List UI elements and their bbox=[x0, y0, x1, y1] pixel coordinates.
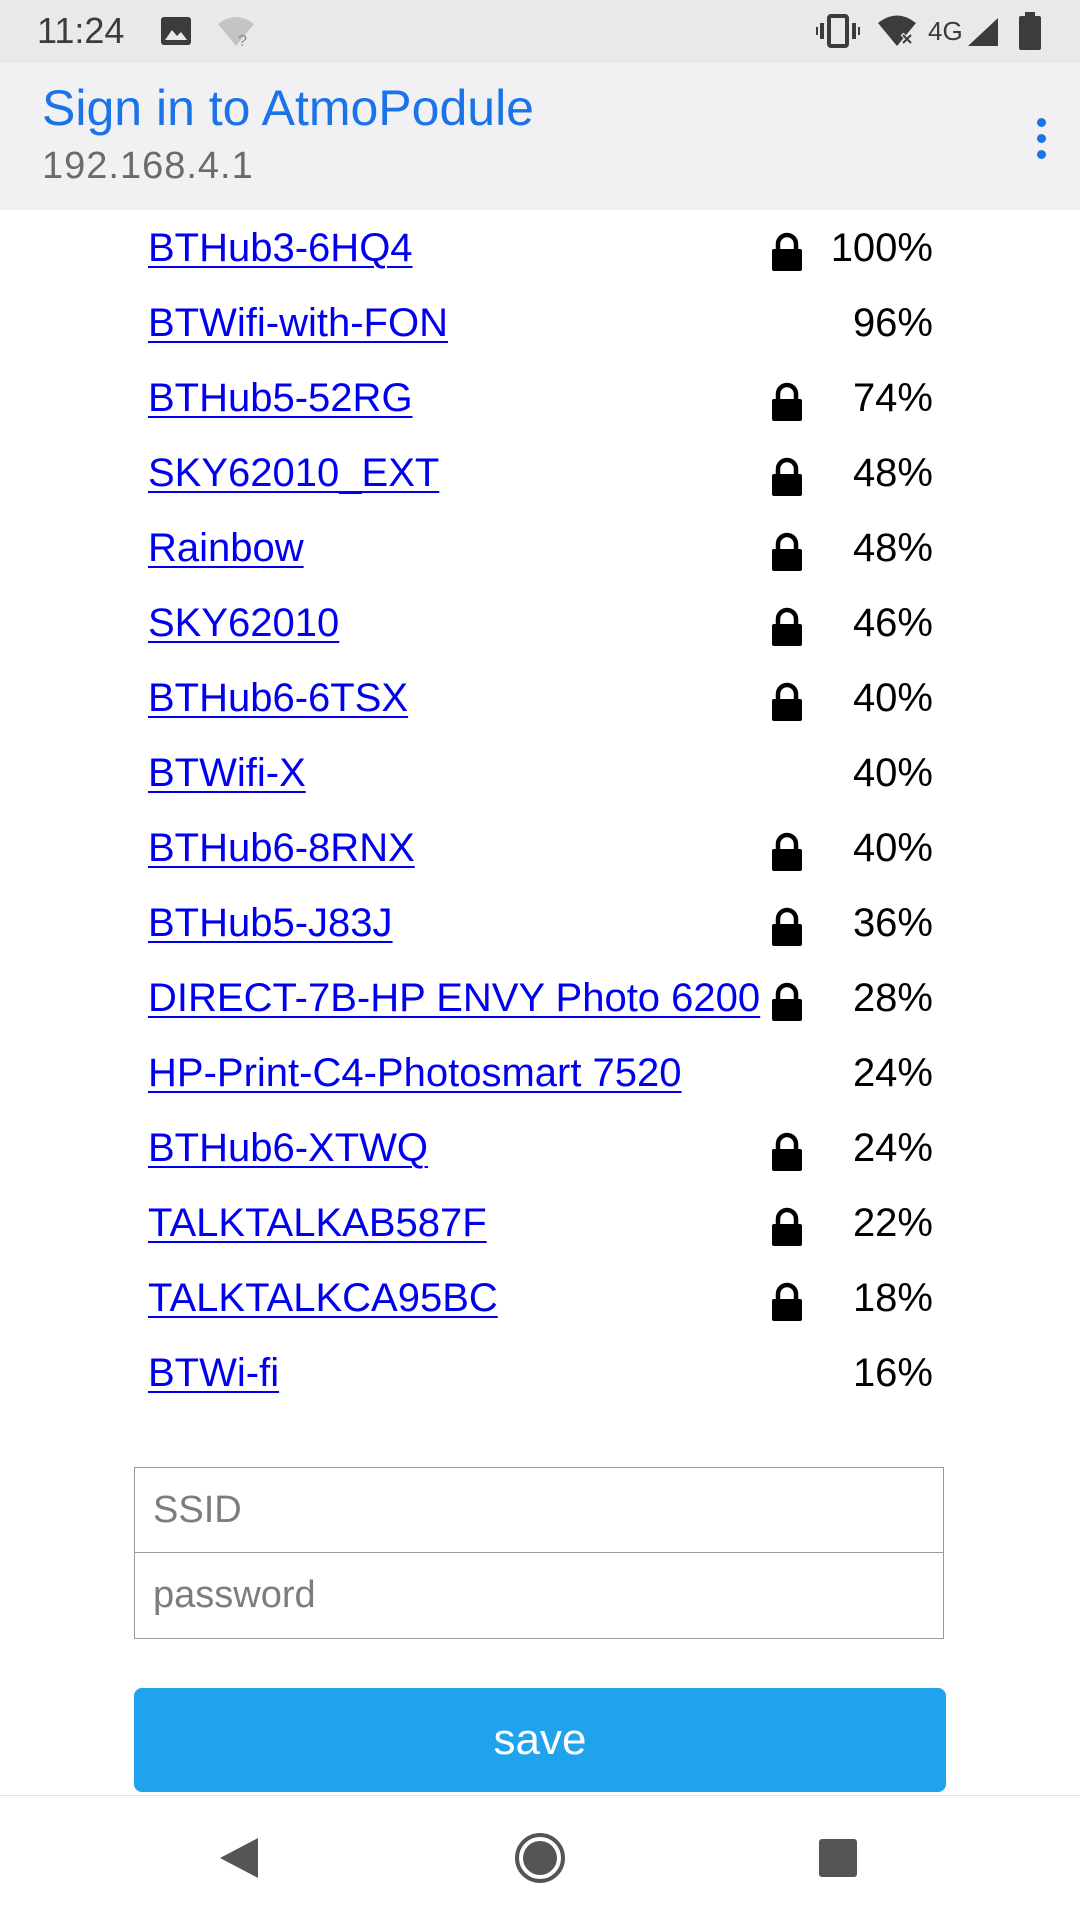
lock-icon bbox=[769, 232, 805, 272]
network-row: BTHub6-6TSX 40% bbox=[0, 660, 1080, 735]
network-ssid-link[interactable]: BTWi-fi bbox=[148, 1351, 279, 1396]
navigation-bar bbox=[0, 1795, 1080, 1920]
password-input[interactable] bbox=[134, 1553, 944, 1639]
signal-strength: 40% bbox=[852, 751, 933, 795]
network-ssid-link[interactable]: DIRECT-7B-HP ENVY Photo 6200 bbox=[148, 976, 760, 1021]
lock-icon bbox=[769, 682, 805, 722]
save-button[interactable]: save bbox=[134, 1688, 946, 1792]
network-row: BTHub5-J83J 36% bbox=[0, 885, 1080, 960]
network-row: BTHub5-52RG 74% bbox=[0, 360, 1080, 435]
battery-icon bbox=[1018, 12, 1042, 54]
svg-text:?: ? bbox=[238, 33, 247, 48]
lock-icon bbox=[769, 982, 805, 1022]
page-title: Sign in to AtmoPodule bbox=[42, 80, 534, 136]
network-row: BTWifi-with-FON 96% bbox=[0, 285, 1080, 360]
signal-strength: 22% bbox=[852, 1201, 933, 1245]
network-row: SKY62010_EXT 48% bbox=[0, 435, 1080, 510]
network-ssid-link[interactable]: TALKTALKCA95BC bbox=[148, 1276, 498, 1321]
ssid-input[interactable] bbox=[134, 1467, 944, 1553]
signal-strength: 36% bbox=[852, 901, 933, 945]
wifi-no-internet-icon bbox=[876, 14, 920, 52]
network-ssid-link[interactable]: BTWifi-X bbox=[148, 751, 306, 796]
network-ssid-link[interactable]: SKY62010_EXT bbox=[148, 451, 439, 496]
signal-strength: 74% bbox=[852, 376, 933, 420]
recents-button[interactable] bbox=[798, 1818, 878, 1898]
wifi-unknown-icon: ? bbox=[216, 16, 256, 52]
network-row: DIRECT-7B-HP ENVY Photo 6200 28% bbox=[0, 960, 1080, 1035]
signal-strength: 96% bbox=[852, 301, 933, 345]
network-ssid-link[interactable]: BTHub6-6TSX bbox=[148, 676, 408, 721]
back-triangle-icon bbox=[220, 1838, 258, 1878]
network-row: HP-Print-C4-Photosmart 7520 24% bbox=[0, 1035, 1080, 1110]
lock-icon bbox=[769, 832, 805, 872]
signal-strength: 18% bbox=[852, 1276, 933, 1320]
network-row: TALKTALKAB587F 22% bbox=[0, 1185, 1080, 1260]
home-circle-icon bbox=[515, 1833, 565, 1883]
network-ssid-link[interactable]: BTHub6-8RNX bbox=[148, 826, 415, 871]
network-row: Rainbow 48% bbox=[0, 510, 1080, 585]
cell-signal-icon bbox=[966, 16, 1000, 52]
signal-strength: 16% bbox=[852, 1351, 933, 1395]
signal-strength: 28% bbox=[852, 976, 933, 1020]
browser-header: Sign in to AtmoPodule 192.168.4.1 bbox=[0, 63, 1080, 210]
lock-icon bbox=[769, 1207, 805, 1247]
recents-square-icon bbox=[819, 1839, 857, 1877]
more-options-button[interactable] bbox=[1000, 103, 1080, 173]
network-row: BTWifi-X 40% bbox=[0, 735, 1080, 810]
status-time: 11:24 bbox=[37, 10, 125, 51]
signal-strength: 40% bbox=[852, 826, 933, 870]
network-ssid-link[interactable]: BTHub5-J83J bbox=[148, 901, 393, 946]
lock-icon bbox=[769, 607, 805, 647]
network-row: BTHub3-6HQ4 100% bbox=[0, 210, 1080, 285]
signal-strength: 40% bbox=[852, 676, 933, 720]
network-ssid-link[interactable]: SKY62010 bbox=[148, 601, 339, 646]
network-row: SKY62010 46% bbox=[0, 585, 1080, 660]
lock-icon bbox=[769, 532, 805, 572]
network-type: 4G bbox=[928, 16, 963, 46]
network-row: BTHub6-8RNX 40% bbox=[0, 810, 1080, 885]
home-button[interactable] bbox=[500, 1818, 580, 1898]
image-icon bbox=[160, 16, 192, 50]
lock-icon bbox=[769, 1132, 805, 1172]
wifi-form bbox=[134, 1467, 944, 1639]
network-ssid-link[interactable]: HP-Print-C4-Photosmart 7520 bbox=[148, 1051, 682, 1096]
network-ssid-link[interactable]: BTHub6-XTWQ bbox=[148, 1126, 428, 1171]
lock-icon bbox=[769, 457, 805, 497]
network-row: TALKTALKCA95BC 18% bbox=[0, 1260, 1080, 1335]
signal-strength: 48% bbox=[852, 526, 933, 570]
back-button[interactable] bbox=[200, 1818, 280, 1898]
lock-icon bbox=[769, 1282, 805, 1322]
phone-screen: 11:24 ? 4G Sign in to AtmoPodule 192.168… bbox=[0, 0, 1080, 1920]
network-ssid-link[interactable]: BTWifi-with-FON bbox=[148, 301, 448, 346]
signal-strength: 24% bbox=[852, 1126, 933, 1170]
signal-strength: 46% bbox=[852, 601, 933, 645]
network-row: BTHub6-XTWQ 24% bbox=[0, 1110, 1080, 1185]
lock-icon bbox=[769, 907, 805, 947]
network-ssid-link[interactable]: Rainbow bbox=[148, 526, 304, 571]
vibrate-icon bbox=[816, 14, 860, 52]
lock-icon bbox=[769, 382, 805, 422]
network-ssid-link[interactable]: BTHub3-6HQ4 bbox=[148, 226, 413, 271]
page-url: 192.168.4.1 bbox=[42, 145, 254, 187]
network-ssid-link[interactable]: BTHub5-52RG bbox=[148, 376, 413, 421]
network-ssid-link[interactable]: TALKTALKAB587F bbox=[148, 1201, 487, 1246]
network-row: BTWi-fi 16% bbox=[0, 1335, 1080, 1410]
signal-strength: 100% bbox=[830, 226, 933, 270]
signal-strength: 48% bbox=[852, 451, 933, 495]
signal-strength: 24% bbox=[852, 1051, 933, 1095]
status-bar: 11:24 ? 4G bbox=[0, 0, 1080, 63]
